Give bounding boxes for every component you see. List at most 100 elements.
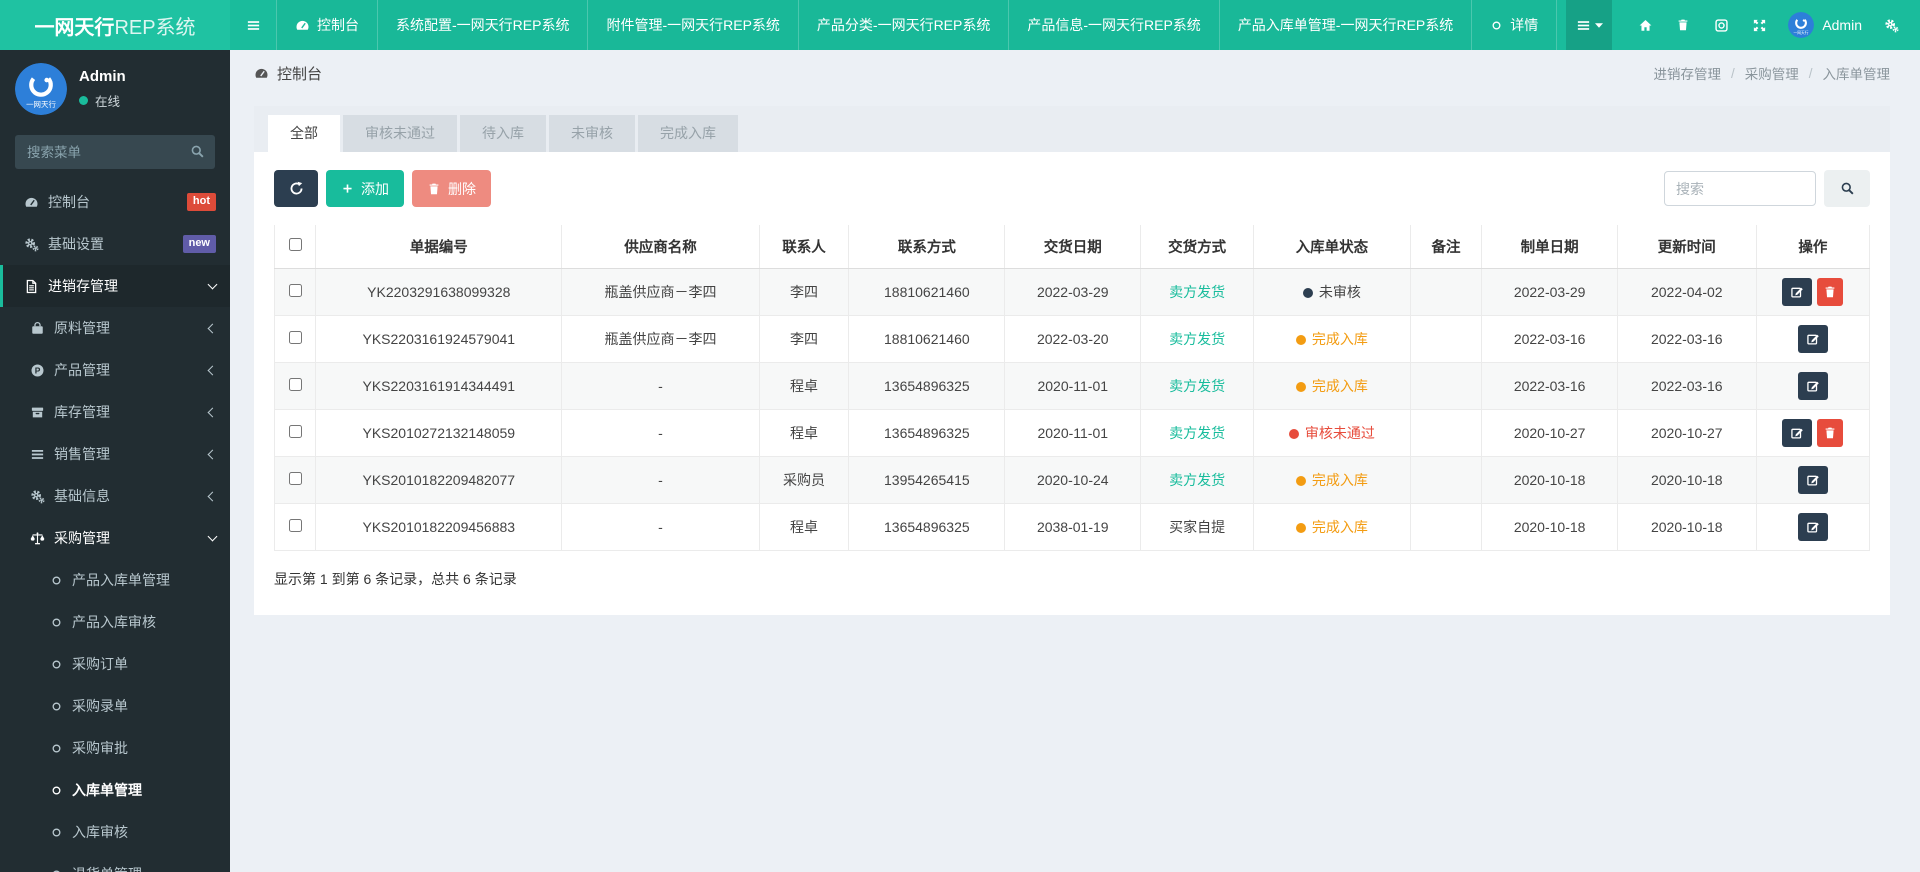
filter-tab-完成入库[interactable]: 完成入库 (638, 115, 738, 152)
breadcrumb-item[interactable]: 入库单管理 (1823, 63, 1891, 83)
navbar-tab[interactable]: 产品信息-一网天行REP系统 (1008, 0, 1218, 50)
column-header: 联系方式 (848, 225, 1006, 269)
gears-icon (1884, 18, 1899, 33)
navbar-tab[interactable]: 产品入库单管理-一网天行REP系统 (1218, 0, 1471, 50)
cell-actions (1755, 362, 1871, 410)
filter-tab-审核未通过[interactable]: 审核未通过 (343, 115, 457, 152)
column-header: 备注 (1409, 225, 1483, 269)
table-header-row: 单据编号 供应商名称 联系人 联系方式 交货日期 交货方式 入库单状态 备注 制单日期 更新时间操… (273, 225, 1871, 269)
navbar-tab[interactable]: 产品分类-一网天行REP系统 (797, 0, 1008, 50)
sidebar-item-进销存管理[interactable]: 进销存管理 (0, 265, 230, 307)
select-all-checkbox[interactable] (288, 238, 302, 251)
cell-actions (1755, 456, 1871, 504)
user-menu[interactable]: 一网天行 Admin (1778, 12, 1872, 38)
row-checkbox[interactable] (288, 284, 302, 297)
clear-cache-button[interactable] (1702, 0, 1740, 50)
sidebar-item-采购审批[interactable]: 采购审批 (0, 727, 230, 769)
nav-list-dropdown-button[interactable] (1566, 0, 1613, 50)
navbar-tab[interactable]: 系统配置-一网天行REP系统 (377, 0, 587, 50)
row-edit-button[interactable] (1782, 419, 1813, 447)
main-content: 控制台 进销存管理 / 采购管理 / 入库单管理 全部 审核未通过 待入库 未审核 完成入库 添… (230, 0, 1920, 872)
row-delete-button[interactable] (1817, 278, 1844, 306)
sidebar-item-采购录单[interactable]: 采购录单 (0, 685, 230, 727)
product-icon: P (30, 363, 45, 378)
row-checkbox[interactable] (288, 331, 302, 344)
app-logo-light: REP系统 (114, 16, 196, 39)
sidebar-item-基础设置[interactable]: 基础设置 new (0, 223, 230, 265)
row-edit-button[interactable] (1797, 372, 1828, 400)
fullscreen-button[interactable] (1740, 0, 1778, 50)
table-row: YKS2010182209482077- 采购员 13954265415 2020-1… (273, 456, 1871, 504)
table-search-button[interactable] (1824, 170, 1870, 207)
navbar-tab[interactable]: 附件管理-一网天行REP系统 (587, 0, 797, 50)
breadcrumb-item[interactable]: 进销存管理 (1653, 63, 1721, 83)
scale-icon (30, 531, 45, 546)
circle-o-icon (50, 826, 63, 839)
cell-created: 2020-10-18 (1481, 456, 1618, 504)
sidebar-item-库存管理[interactable]: 库存管理 (0, 391, 230, 433)
row-edit-button[interactable] (1797, 513, 1828, 541)
row-checkbox[interactable] (288, 472, 302, 485)
add-button[interactable]: 添加 (326, 170, 404, 207)
cell-updated: 2022-03-16 (1616, 315, 1757, 363)
breadcrumb-item[interactable]: 采购管理 (1745, 63, 1799, 83)
sidebar-item-产品入库审核[interactable]: 产品入库审核 (0, 601, 230, 643)
column-header: 操作 (1755, 225, 1871, 269)
row-delete-button[interactable] (1817, 419, 1844, 447)
row-checkbox[interactable] (288, 425, 302, 438)
sidebar-item-控制台[interactable]: 控制台 hot (0, 181, 230, 223)
row-checkbox[interactable] (288, 378, 302, 391)
sidebar-item-产品入库单管理[interactable]: 产品入库单管理 (0, 559, 230, 601)
sidebar-item-采购订单[interactable]: 采购订单 (0, 643, 230, 685)
navbar-tab[interactable]: 详情 (1471, 0, 1558, 50)
sidebar-menu: 控制台 hot 基础设置 new 进销存管理 原料管理 P 产品管理 库存管理 销售管理 基础信息采… (0, 181, 230, 872)
filter-tab-未审核[interactable]: 未审核 (549, 115, 635, 152)
chevron-left-icon (207, 365, 218, 375)
cell-contact: 程卓 (758, 362, 850, 410)
filter-tab-全部[interactable]: 全部 (268, 115, 340, 152)
row-select-cell (273, 503, 317, 551)
sidebar-item-label: 控制台 (48, 194, 90, 210)
app-logo[interactable]: 一网天行 REP系统 (0, 0, 230, 50)
record-summary: 显示第 1 到第 6 条记录，总共 6 条记录 (274, 571, 517, 587)
column-header: 交货日期 (1004, 225, 1142, 269)
clear-trash-button[interactable] (1664, 0, 1702, 50)
cell-status: 审核未通过 (1253, 409, 1411, 457)
sidebar-item-产品管理[interactable]: P 产品管理 (0, 349, 230, 391)
cell-status: 完成入库 (1253, 456, 1411, 504)
home-button[interactable] (1626, 0, 1664, 50)
row-edit-button[interactable] (1782, 278, 1813, 306)
cell-phone: 18810621460 (848, 315, 1006, 363)
table-search-input[interactable] (1664, 171, 1816, 206)
row-checkbox[interactable] (288, 519, 302, 532)
sidebar-item-销售管理[interactable]: 销售管理 (0, 433, 230, 475)
table-row: YKS2010182209456883- 程卓 13654896325 2038-01… (273, 503, 1871, 551)
cell-supplier: - (561, 362, 760, 410)
row-edit-button[interactable] (1797, 466, 1828, 494)
circle-o-icon (50, 700, 63, 713)
sidebar-item-退货单管理[interactable]: 退货单管理 (0, 853, 230, 872)
settings-button[interactable] (1872, 0, 1910, 50)
sidebar-item-label: 产品入库审核 (72, 614, 156, 630)
column-header: 单据编号 (315, 225, 563, 269)
refresh-button[interactable] (274, 170, 318, 207)
sidebar-search-input[interactable] (15, 135, 215, 169)
list-icon (30, 447, 45, 462)
sidebar-item-原料管理[interactable]: 原料管理 (0, 307, 230, 349)
cell-remark (1409, 456, 1483, 504)
breadcrumb-home[interactable]: 控制台 (254, 63, 322, 84)
filter-tab-待入库[interactable]: 待入库 (460, 115, 546, 152)
delete-button[interactable]: 删除 (412, 170, 491, 207)
table-row: YKS2010272132148059- 程卓 13654896325 2020-11… (273, 409, 1871, 457)
sidebar-toggle-button[interactable] (230, 0, 276, 50)
sidebar-item-基础信息[interactable]: 基础信息 (0, 475, 230, 517)
row-edit-button[interactable] (1797, 325, 1828, 353)
sidebar-item-入库单管理[interactable]: 入库单管理 (0, 769, 230, 811)
sidebar-item-采购管理[interactable]: 采购管理 (0, 517, 230, 559)
chevron-left-icon (207, 449, 218, 459)
navbar-tab[interactable]: 控制台 (276, 0, 377, 50)
trash-icon (1676, 18, 1690, 32)
sidebar-item-入库审核[interactable]: 入库审核 (0, 811, 230, 853)
navbar-tabs: 控制台 系统配置-一网天行REP系统 附件管理-一网天行REP系统 产品分类-一网天行… (276, 0, 1566, 50)
status-label: 完成入库 (1311, 331, 1368, 347)
